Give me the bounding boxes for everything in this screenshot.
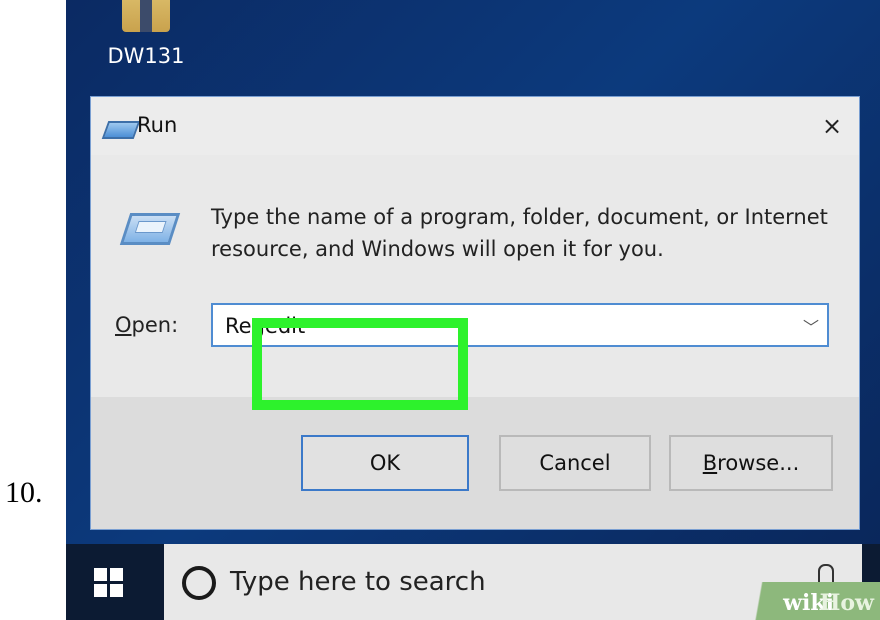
- ok-button[interactable]: OK: [301, 435, 469, 491]
- desktop-folder[interactable]: DW131: [106, 0, 186, 80]
- ok-highlight-box: [252, 318, 468, 410]
- run-program-icon: [119, 213, 181, 245]
- dialog-description: Type the name of a program, folder, docu…: [211, 205, 828, 261]
- wikihow-watermark: wiki How: [734, 582, 880, 620]
- desktop-folder-label: DW131: [107, 44, 185, 68]
- chevron-down-icon[interactable]: ﹀: [803, 314, 819, 338]
- watermark-how: How: [819, 590, 874, 616]
- title-bar[interactable]: Run ×: [91, 97, 859, 155]
- cancel-button[interactable]: Cancel: [499, 435, 651, 491]
- run-icon: [101, 121, 141, 139]
- browse-label: rowse...: [717, 451, 800, 475]
- search-placeholder: Type here to search: [230, 567, 486, 597]
- folder-icon: [122, 0, 170, 32]
- open-label-accesskey: O: [115, 313, 132, 337]
- dialog-title: Run: [137, 113, 178, 137]
- browse-button[interactable]: Browse...: [669, 435, 833, 491]
- windows-start-icon[interactable]: [94, 568, 124, 598]
- browse-accesskey: B: [702, 451, 718, 475]
- run-dialog: Run × Type the name of a program, folder…: [90, 96, 860, 530]
- open-label-text: pen:: [131, 313, 179, 337]
- step-number: 10.: [5, 476, 43, 509]
- open-label: Open:: [115, 313, 178, 337]
- dialog-footer: OK Cancel Browse...: [91, 397, 859, 529]
- close-button[interactable]: ×: [815, 109, 849, 143]
- cortana-icon: [182, 566, 216, 600]
- screenshot: DW131 Run × Type the name of a program, …: [66, 0, 880, 620]
